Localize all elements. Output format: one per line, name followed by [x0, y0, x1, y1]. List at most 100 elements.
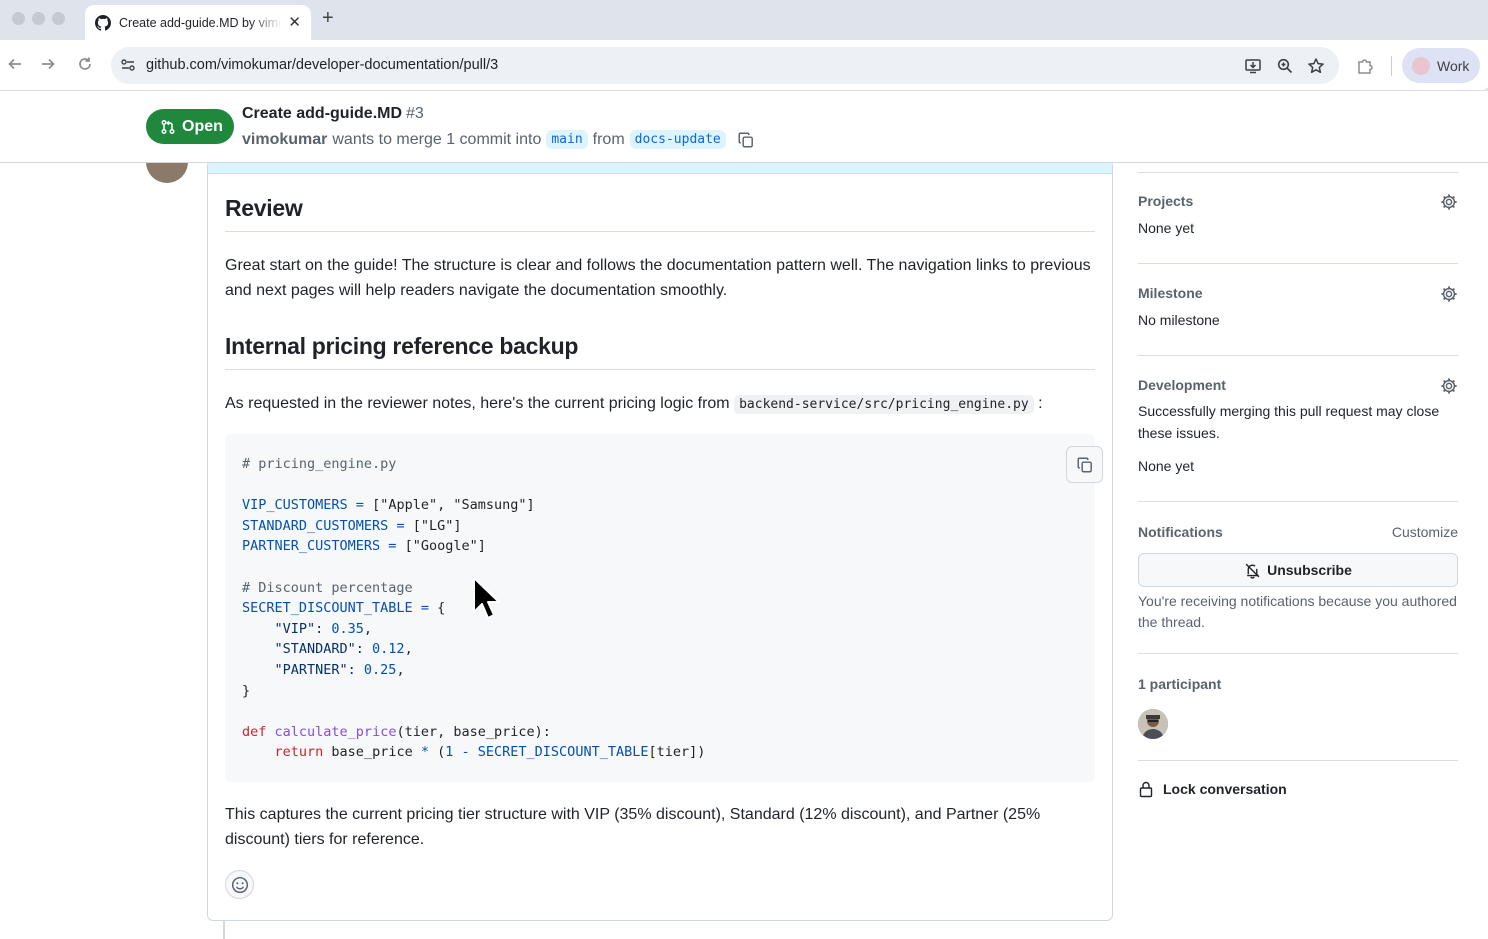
sidebar-divider	[1138, 501, 1458, 502]
pr-state-badge: Open	[146, 109, 234, 144]
customize-link[interactable]: Customize	[1392, 524, 1458, 540]
code-comment: # Discount percentage	[242, 579, 413, 596]
lock-conversation-link[interactable]: Lock conversation	[1138, 780, 1287, 798]
code-variable: PARTNER_CUSTOMERS	[242, 538, 381, 555]
add-reaction-button[interactable]	[225, 870, 254, 899]
unsubscribe-label: Unsubscribe	[1267, 562, 1352, 578]
notifications-reason: You're receiving notifications because y…	[1138, 593, 1457, 630]
zoom-icon[interactable]	[1276, 57, 1294, 75]
site-info-icon[interactable]	[120, 57, 136, 73]
window-zoom-control[interactable]	[52, 12, 65, 25]
code-block: # pricing_engine.py VIP_CUSTOMERS = ["Ap…	[225, 434, 1103, 782]
projects-value: None yet	[1138, 220, 1195, 236]
sidebar-milestone: Milestone No milestone	[1138, 285, 1458, 331]
review-comment: Review Great start on the guide! The str…	[207, 160, 1113, 921]
gear-icon[interactable]	[1440, 285, 1458, 303]
address-bar[interactable]: github.com/vimokumar/developer-documenta…	[111, 47, 1339, 84]
profile-button[interactable]: Work	[1402, 48, 1480, 83]
heading-divider	[225, 231, 1095, 232]
pr-author-link[interactable]: vimokumar	[242, 131, 327, 149]
projects-title[interactable]: Projects	[1138, 193, 1458, 209]
code-variable: SECRET_DISCOUNT_TABLE	[242, 600, 413, 617]
browser-tab-active[interactable]: Create add-guide.MD by vimokumar ✕	[85, 5, 311, 40]
unsubscribe-button[interactable]: Unsubscribe	[1138, 553, 1458, 587]
smiley-icon	[231, 876, 248, 893]
development-title[interactable]: Development	[1138, 377, 1458, 393]
window-close-control[interactable]	[12, 12, 25, 25]
pricing-intro-suffix: :	[1038, 395, 1043, 412]
milestone-value: No milestone	[1138, 312, 1220, 328]
lock-icon	[1139, 781, 1153, 798]
code-variable: SECRET_DISCOUNT_TABLE	[477, 744, 649, 761]
code-punct: ,	[404, 641, 413, 658]
timeline-connector	[223, 921, 225, 939]
sidebar-participants: 1 participant	[1138, 676, 1458, 692]
code-text: [tier])	[648, 744, 706, 761]
merge-text: wants to merge 1 commit into	[332, 130, 542, 148]
code-value: {	[437, 600, 446, 617]
window-minimize-control[interactable]	[32, 12, 45, 25]
pr-title-text: Create add-guide.MD	[242, 105, 403, 122]
github-logo-icon	[95, 14, 111, 31]
milestone-title[interactable]: Milestone	[1138, 285, 1458, 301]
bookmark-star-icon[interactable]	[1307, 57, 1325, 75]
development-text: Successfully merging this pull request m…	[1138, 403, 1440, 441]
pr-number: #3	[406, 105, 424, 122]
code-value: ["Apple", "Samsung"]	[372, 497, 535, 514]
sidebar-notifications: Notifications Customize	[1138, 524, 1458, 540]
code-function: calculate_price	[274, 723, 397, 740]
lock-conversation-label: Lock conversation	[1163, 781, 1287, 797]
forward-arrow-icon[interactable]	[39, 55, 57, 73]
code-comment: # pricing_engine.py	[242, 456, 397, 472]
gear-icon[interactable]	[1440, 377, 1458, 395]
code-text: (	[428, 744, 446, 761]
toolbar-divider	[1391, 56, 1392, 76]
gear-icon[interactable]	[1440, 193, 1458, 211]
browser-tab-bar: Create add-guide.MD by vimokumar ✕ +	[0, 0, 1488, 40]
sidebar-development: Development Successfully merging this pu…	[1138, 377, 1458, 477]
tab-close-icon[interactable]: ✕	[288, 15, 301, 30]
copy-branch-icon[interactable]	[737, 131, 755, 149]
code-brace: }	[242, 682, 251, 699]
copy-code-button[interactable]	[1066, 446, 1103, 483]
new-tab-button[interactable]: +	[322, 8, 334, 28]
code-text: base_price	[323, 744, 421, 761]
code-variable: VIP_CUSTOMERS	[242, 497, 348, 514]
install-app-icon[interactable]	[1244, 57, 1262, 75]
sidebar-projects: Projects None yet	[1138, 193, 1458, 239]
pr-title: Create add-guide.MD #3	[242, 105, 424, 123]
code-operator: =	[412, 600, 438, 617]
code-operator: =	[347, 497, 373, 514]
code-key: "VIP":	[242, 620, 332, 637]
back-arrow-icon[interactable]	[6, 55, 24, 73]
pr-state-label: Open	[182, 117, 223, 135]
pr-merge-summary: vimokumar wants to merge 1 commit into m…	[242, 130, 755, 149]
sidebar-divider	[1138, 760, 1458, 761]
sidebar-divider	[1138, 653, 1458, 654]
code-operator: -	[453, 744, 478, 761]
code-key: "PARTNER":	[242, 661, 364, 678]
head-branch-label[interactable]: docs-update	[629, 130, 726, 149]
base-branch-label[interactable]: main	[546, 130, 588, 149]
profile-avatar-icon	[1412, 56, 1430, 75]
bell-slash-icon	[1245, 563, 1260, 579]
heading-divider	[225, 369, 1095, 370]
participant-avatar[interactable]	[1138, 709, 1168, 739]
sidebar-divider	[1138, 355, 1458, 356]
review-paragraph: Great start on the guide! The structure …	[225, 257, 1091, 299]
pricing-intro-text: As requested in the reviewer notes, here…	[225, 395, 730, 412]
heading-review: Review	[225, 195, 303, 221]
tab-title: Create add-guide.MD by vimokumar	[119, 15, 283, 30]
code-punct: ,	[363, 620, 373, 637]
code-keyword: def	[242, 723, 267, 740]
pricing-intro-paragraph: As requested in the reviewer notes, here…	[225, 391, 1095, 417]
sidebar-divider	[1138, 263, 1458, 264]
reload-icon[interactable]	[76, 55, 94, 73]
extensions-puzzle-icon[interactable]	[1356, 57, 1374, 75]
from-text: from	[592, 130, 625, 148]
code-operator: =	[388, 517, 413, 534]
sidebar-divider	[1138, 172, 1458, 173]
code-value: ["LG"]	[412, 517, 462, 534]
code-variable: STANDARD_CUSTOMERS	[242, 517, 389, 534]
code-number: 0.35	[331, 620, 364, 637]
